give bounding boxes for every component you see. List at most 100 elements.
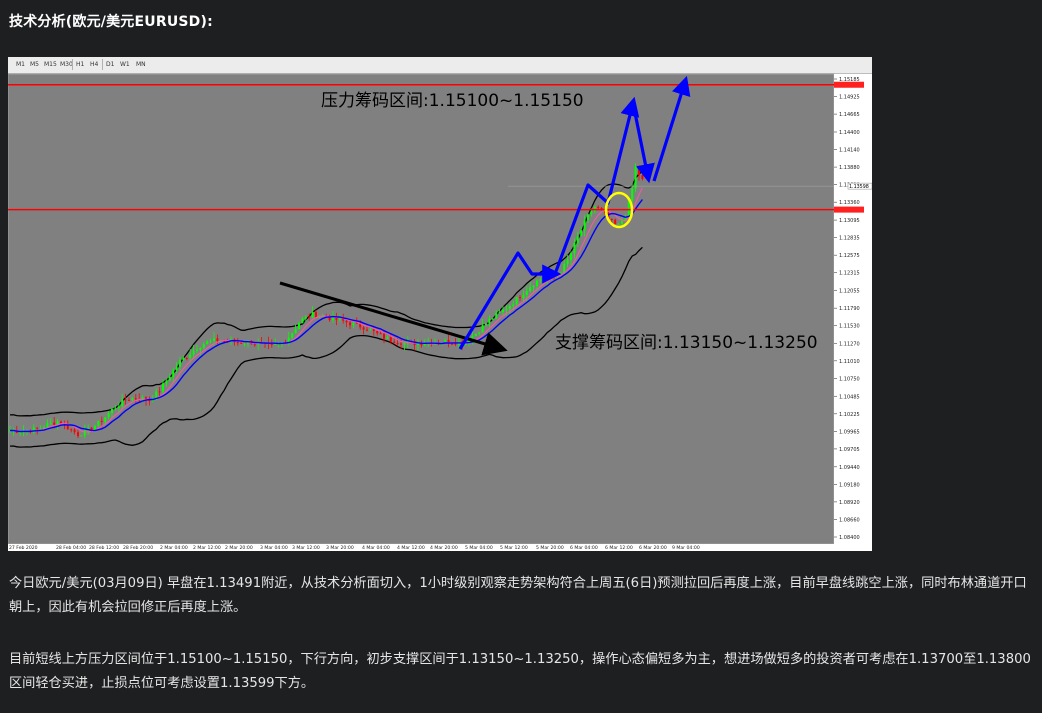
candle-body <box>111 408 113 414</box>
candle-body <box>478 332 481 334</box>
candle-body <box>189 354 192 358</box>
candle-body <box>70 429 73 431</box>
candle-body <box>488 318 491 324</box>
x-tick-label: 28 Feb 12:00 <box>89 545 119 551</box>
candle-body <box>94 425 96 430</box>
y-tick-label: 1.09440 <box>839 465 860 471</box>
candle-body <box>209 340 212 342</box>
price-chart[interactable]: M1 M5 M15 M30 H1 H4 D1 W1 MN 1.15185 1.14925 1.146… <box>8 57 872 551</box>
candle-body <box>199 347 202 350</box>
candle-body <box>196 349 198 351</box>
candle-body <box>80 435 83 437</box>
current-price-label: 1.13598 <box>849 184 869 190</box>
candle-body <box>379 333 382 335</box>
y-tick-label: 1.08400 <box>839 535 860 541</box>
candle-body <box>522 295 525 299</box>
candle-body <box>298 323 300 330</box>
candle-body <box>383 333 385 339</box>
candle-body <box>362 327 365 330</box>
candle-body <box>454 343 457 345</box>
x-tick-label: 5 Mar 04:00 <box>465 545 493 551</box>
candle-body <box>158 391 161 393</box>
candle-body <box>508 305 511 310</box>
x-tick-label: 4 Mar 12:00 <box>397 545 425 551</box>
analysis-paragraph-2: 目前短线上方压力区间位于1.15100~1.15150，下行方向，初步支撑区间于… <box>9 652 1031 691</box>
candle-body <box>590 211 593 215</box>
resistance-price-tag <box>834 81 864 88</box>
candle-body <box>634 166 637 189</box>
candle-body <box>131 398 134 401</box>
x-tick-label: 4 Mar 04:00 <box>362 545 390 551</box>
chart-canvas[interactable]: 1.151851.149251.146651.144001.141401.138… <box>8 57 872 551</box>
candle-body <box>573 242 576 254</box>
y-tick-label: 1.14140 <box>839 148 860 154</box>
candle-body <box>502 309 504 312</box>
candle-body <box>216 338 219 341</box>
candle-body <box>638 166 640 176</box>
candle-body <box>396 343 399 345</box>
y-tick-label: 1.14665 <box>839 112 860 118</box>
candle-body <box>165 380 168 384</box>
analysis-paragraph-1: 今日欧元/美元(03月09日) 早盘在1.13491附近，从技术分析面切入，1小… <box>9 576 1027 615</box>
y-tick-label: 1.13095 <box>839 218 860 224</box>
candle-body <box>546 276 549 279</box>
y-tick-label: 1.12575 <box>839 253 860 259</box>
candle-body <box>400 343 402 345</box>
x-tick-label: 3 Mar 20:00 <box>326 545 354 551</box>
y-tick-label: 1.08660 <box>839 517 860 523</box>
candle-body <box>372 329 375 332</box>
candle-body <box>481 325 484 333</box>
y-tick-label: 1.11270 <box>839 341 860 347</box>
candle-body <box>308 316 311 318</box>
candle-body <box>641 175 644 179</box>
plot-area <box>8 73 835 545</box>
price-scale <box>834 74 872 551</box>
y-tick-label: 1.11010 <box>839 359 860 365</box>
x-tick-label: 6 Mar 20:00 <box>639 545 667 551</box>
candle-body <box>97 420 100 426</box>
y-tick-label: 1.13880 <box>839 165 860 171</box>
candle-body <box>43 427 45 429</box>
x-tick-label: 5 Mar 12:00 <box>500 545 528 551</box>
candle-body <box>617 223 620 225</box>
candle-body <box>529 287 532 292</box>
candle-body <box>253 344 256 346</box>
y-tick-label: 1.09180 <box>839 482 860 488</box>
candle-body <box>525 291 528 296</box>
candle-body <box>423 343 426 346</box>
candle-body <box>519 297 521 299</box>
candle-body <box>114 408 117 410</box>
candle-body <box>559 273 562 275</box>
candle-body <box>49 422 52 424</box>
candle-body <box>485 323 487 326</box>
candle-body <box>393 341 396 344</box>
y-tick-label: 1.14400 <box>839 130 860 136</box>
x-tick-label: 6 Mar 12:00 <box>605 545 633 551</box>
candle-body <box>587 214 589 221</box>
candle-body <box>498 311 501 314</box>
candle-body <box>495 313 498 319</box>
candle-body <box>580 230 583 237</box>
candle-body <box>614 219 617 224</box>
candle-body <box>240 342 243 344</box>
y-tick-label: 1.09705 <box>839 447 860 453</box>
candle-body <box>352 322 355 326</box>
candle-body <box>315 311 317 318</box>
candle-body <box>328 317 331 321</box>
y-tick-label: 1.13360 <box>839 200 860 206</box>
x-tick-label: 6 Mar 04:00 <box>570 545 598 551</box>
candle-body <box>631 188 634 201</box>
candle-body <box>301 318 304 324</box>
candle-body <box>349 322 351 326</box>
x-tick-label: 5 Mar 20:00 <box>536 545 564 551</box>
candle-body <box>73 429 76 433</box>
candle-body <box>270 343 273 345</box>
y-tick-label: 1.11790 <box>839 306 860 312</box>
candle-body <box>583 220 586 231</box>
candle-body <box>124 399 127 401</box>
y-tick-label: 1.10225 <box>839 412 860 418</box>
support-price-tag <box>834 206 864 213</box>
x-tick-label: 27 Feb 2020 <box>9 545 38 551</box>
candle-body <box>291 333 294 338</box>
resistance-zone-label: 压力筹码区间:1.15100~1.15150 <box>321 91 584 111</box>
